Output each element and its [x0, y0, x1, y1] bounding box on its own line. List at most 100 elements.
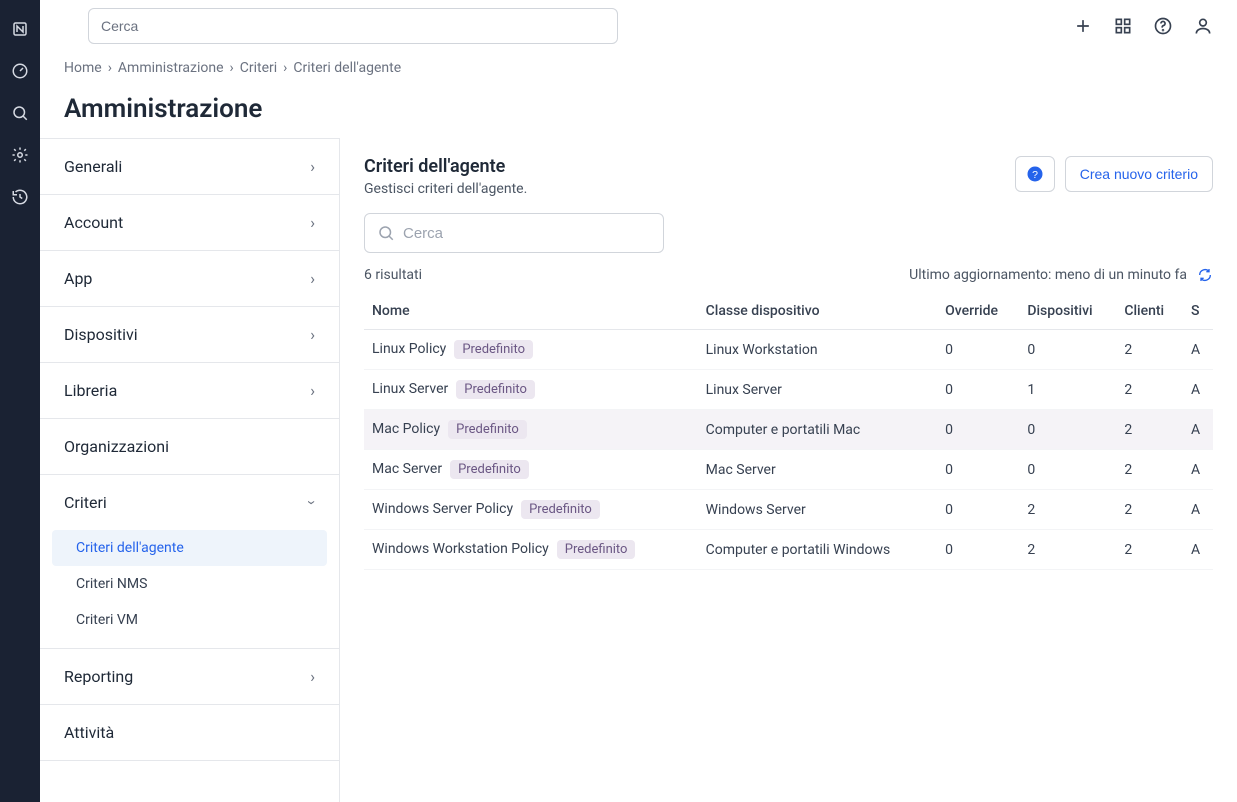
sidebar-item-criteri[interactable]: Criteri ›: [40, 475, 339, 530]
cell-name: Mac ServerPredefinito: [364, 450, 698, 490]
left-rail: [0, 0, 40, 802]
global-search-input[interactable]: [88, 8, 618, 44]
sidebar-item-libreria[interactable]: Libreria ›: [40, 363, 339, 419]
gear-icon[interactable]: [11, 146, 29, 164]
sidebar-sub-criteri-nms[interactable]: Criteri NMS: [40, 566, 339, 602]
cell-status: A: [1183, 370, 1213, 410]
policy-table: Nome Classe dispositivo Override Disposi…: [364, 293, 1213, 570]
breadcrumb-home[interactable]: Home: [64, 60, 102, 76]
cell-name: Windows Workstation PolicyPredefinito: [364, 530, 698, 570]
sidebar-sub-criteri-agente[interactable]: Criteri dell'agente: [52, 530, 327, 566]
default-badge: Predefinito: [454, 340, 533, 359]
create-policy-button[interactable]: Crea nuovo criterio: [1065, 156, 1213, 192]
chevron-down-icon: ›: [303, 500, 322, 505]
th-status[interactable]: S: [1183, 293, 1213, 330]
breadcrumb-sep-icon: ›: [283, 60, 287, 76]
sidebar-item-attivita[interactable]: Attività: [40, 705, 339, 761]
page-title: Amministrazione: [64, 94, 1213, 124]
breadcrumb: Home › Amministrazione › Criteri › Crite…: [64, 60, 1213, 76]
filter-search-input[interactable]: [403, 225, 651, 242]
add-icon[interactable]: [1073, 16, 1093, 36]
sidebar-item-label: App: [64, 269, 92, 288]
cell-override: 0: [937, 410, 1019, 450]
cell-device-class: Computer e portatili Windows: [698, 530, 938, 570]
cell-name: Mac PolicyPredefinito: [364, 410, 698, 450]
table-row[interactable]: Linux PolicyPredefinitoLinux Workstation…: [364, 330, 1213, 370]
breadcrumb-sep-icon: ›: [108, 60, 112, 76]
default-badge: Predefinito: [448, 420, 527, 439]
sidebar-item-label: Organizzazioni: [64, 437, 169, 456]
cell-clients: 2: [1116, 450, 1183, 490]
cell-device-class: Computer e portatili Mac: [698, 410, 938, 450]
cell-devices: 1: [1019, 370, 1116, 410]
sidebar-item-label: Criteri: [64, 493, 107, 512]
table-row[interactable]: Windows Server PolicyPredefinitoWindows …: [364, 490, 1213, 530]
cell-override: 0: [937, 490, 1019, 530]
sidebar-item-label: Reporting: [64, 667, 133, 686]
sidebar-item-label: Account: [64, 213, 123, 232]
apps-icon[interactable]: [1113, 16, 1133, 36]
cell-status: A: [1183, 330, 1213, 370]
table-row[interactable]: Windows Workstation PolicyPredefinitoCom…: [364, 530, 1213, 570]
chevron-right-icon: ›: [310, 325, 315, 344]
sidebar-item-app[interactable]: App ›: [40, 251, 339, 307]
svg-text:?: ?: [1032, 169, 1038, 181]
cell-device-class: Windows Server: [698, 490, 938, 530]
sidebar-item-account[interactable]: Account ›: [40, 195, 339, 251]
th-override[interactable]: Override: [937, 293, 1019, 330]
cell-device-class: Linux Server: [698, 370, 938, 410]
table-row[interactable]: Mac PolicyPredefinitoComputer e portatil…: [364, 410, 1213, 450]
sidebar-sub-criteri-vm[interactable]: Criteri VM: [40, 602, 339, 638]
chevron-right-icon: ›: [310, 157, 315, 176]
history-icon[interactable]: [11, 188, 29, 206]
default-badge: Predefinito: [557, 540, 636, 559]
th-device-class[interactable]: Classe dispositivo: [698, 293, 938, 330]
chevron-right-icon: ›: [310, 269, 315, 288]
th-devices[interactable]: Dispositivi: [1019, 293, 1116, 330]
sidebar-item-generali[interactable]: Generali ›: [40, 139, 339, 195]
breadcrumb-sep-icon: ›: [230, 60, 234, 76]
cell-devices: 0: [1019, 410, 1116, 450]
help-icon[interactable]: [1153, 16, 1173, 36]
sidebar-item-reporting[interactable]: Reporting ›: [40, 649, 339, 705]
help-button[interactable]: ?: [1015, 156, 1055, 192]
sidebar-item-dispositivi[interactable]: Dispositivi ›: [40, 307, 339, 363]
default-badge: Predefinito: [456, 380, 535, 399]
cell-device-class: Mac Server: [698, 450, 938, 490]
cell-devices: 0: [1019, 450, 1116, 490]
cell-override: 0: [937, 370, 1019, 410]
cell-name: Linux ServerPredefinito: [364, 370, 698, 410]
cell-override: 0: [937, 330, 1019, 370]
th-clients[interactable]: Clienti: [1116, 293, 1183, 330]
user-icon[interactable]: [1193, 16, 1213, 36]
sidebar-item-organizzazioni[interactable]: Organizzazioni: [40, 419, 339, 475]
filter-search[interactable]: [364, 213, 664, 253]
cell-status: A: [1183, 410, 1213, 450]
breadcrumb-current: Criteri dell'agente: [293, 60, 401, 76]
last-updated: Ultimo aggiornamento: meno di un minuto …: [909, 267, 1187, 283]
cell-name: Windows Server PolicyPredefinito: [364, 490, 698, 530]
dashboard-icon[interactable]: [11, 62, 29, 80]
default-badge: Predefinito: [521, 500, 600, 519]
chevron-right-icon: ›: [310, 213, 315, 232]
logo-icon[interactable]: [11, 20, 29, 38]
cell-clients: 2: [1116, 530, 1183, 570]
cell-override: 0: [937, 450, 1019, 490]
refresh-icon[interactable]: [1197, 267, 1213, 283]
table-row[interactable]: Linux ServerPredefinitoLinux Server012A: [364, 370, 1213, 410]
cell-devices: 2: [1019, 530, 1116, 570]
default-badge: Predefinito: [450, 460, 529, 479]
th-name[interactable]: Nome: [364, 293, 698, 330]
cell-override: 0: [937, 530, 1019, 570]
cell-status: A: [1183, 490, 1213, 530]
breadcrumb-admin[interactable]: Amministrazione: [118, 60, 224, 76]
cell-devices: 2: [1019, 490, 1116, 530]
table-row[interactable]: Mac ServerPredefinitoMac Server002A: [364, 450, 1213, 490]
sidebar-item-label: Attività: [64, 723, 114, 742]
chevron-right-icon: ›: [310, 381, 315, 400]
cell-clients: 2: [1116, 370, 1183, 410]
search-icon[interactable]: [11, 104, 29, 122]
search-icon: [377, 224, 395, 242]
table-header-row: Nome Classe dispositivo Override Disposi…: [364, 293, 1213, 330]
breadcrumb-criteria[interactable]: Criteri: [240, 60, 277, 76]
